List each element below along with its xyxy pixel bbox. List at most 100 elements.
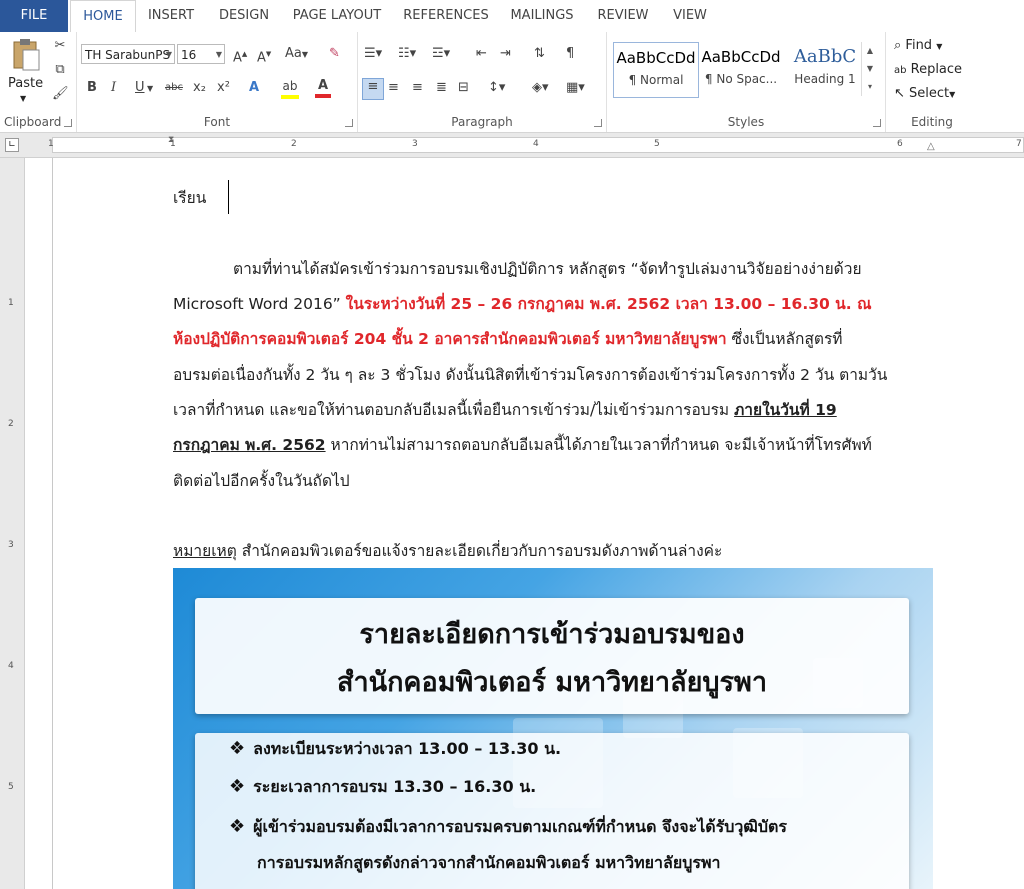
borders-icon[interactable]: ▦▾ [566,80,585,96]
tab-references[interactable]: REFERENCES [394,0,498,32]
tab-insert[interactable]: INSERT [136,0,206,32]
align-right-icon[interactable]: ≡ [412,80,423,96]
tab-review[interactable]: REVIEW [586,0,660,32]
ruler-number: 1 [48,139,54,149]
ruler-number: 2 [8,419,14,429]
note-label: หมายเหตุ [173,542,237,560]
para-line: กรกฎาคม พ.ศ. 2562 หากท่านไม่สามารถตอบกลั… [173,432,872,457]
ruler-number: 6 [897,139,903,149]
para-line: อบรมต่อเนื่องกันทั้ง 2 วัน ๆ ละ 3 ชั่วโม… [173,366,888,384]
diamond-bullet-icon: ❖ [229,816,246,837]
thai-distribute-icon[interactable]: ⊟ [458,80,469,96]
clear-formatting-icon[interactable]: ✎ [329,46,340,62]
ruler-number: 5 [654,139,660,149]
vertical-ruler[interactable]: 1 2 3 4 5 [0,158,25,889]
shading-icon[interactable]: ◈▾ [532,80,549,96]
ruler-number: 7 [1016,139,1022,149]
font-name-value: TH SarabunPS [85,48,171,62]
chevron-down-icon: ▼ [165,50,172,59]
bullets-icon[interactable]: ☰▾ [364,46,382,62]
para-line: ติดต่อไปอีกครั้งในวันถัดไป [173,472,350,490]
increase-indent-icon[interactable]: ⇥ [500,46,511,62]
ruler-number: 3 [412,139,418,149]
text-effects-icon[interactable]: A [249,80,259,96]
align-left-icon[interactable]: ≡ [362,78,384,100]
font-color-icon[interactable]: A [315,78,331,98]
diamond-bullet-icon: ❖ [229,738,246,759]
paste-dropdown-icon[interactable]: ▼ [20,94,26,103]
tab-selector-icon[interactable]: ∟ [5,138,19,152]
embedded-image[interactable]: รายละเอียดการเข้าร่วมอบรมของ สำนักคอมพิว… [173,568,933,889]
highlighted-text: ห้องปฏิบัติการคอมพิวเตอร์ 204 ชั้น 2 อาค… [173,330,727,348]
tab-home[interactable]: HOME [70,0,136,34]
font-size-value: 16 [181,48,197,62]
format-painter-icon[interactable]: 🖌 [52,86,69,102]
font-label: Font [203,115,231,129]
copy-icon[interactable]: ⧉ [52,62,68,78]
font-group: TH SarabunPS ▼ 16 ▼ A▲ A▼ Aa▼ ✎ B I U ▼ ab… [77,32,358,132]
note-text: สำนักคอมพิวเตอร์ขอแจ้งรายละเอียดเกี่ยวกั… [236,542,723,560]
tab-view[interactable]: VIEW [662,0,718,32]
tab-page-layout[interactable]: PAGE LAYOUT [282,0,392,32]
superscript-button[interactable]: x² [217,80,230,96]
style-normal[interactable]: AaBbCcDd ¶ Normal [613,42,699,98]
cursor-icon: ↖ [894,86,905,101]
image-title-line-2: สำนักคอมพิวเตอร์ มหาวิทยาลัยบูรพา [336,667,768,698]
indent-marker-icon[interactable]: ⧗ [168,135,174,145]
replace-label: Replace [910,62,963,77]
line-spacing-icon[interactable]: ↕▾ [488,80,505,96]
bold-button[interactable]: B [87,80,97,96]
underline-button[interactable]: U [135,80,145,96]
note-line: หมายเหตุ สำนักคอมพิวเตอร์ขอแจ้งรายละเอีย… [173,538,722,563]
styles-launcher-icon[interactable] [873,119,881,127]
decrease-indent-icon[interactable]: ⇤ [476,46,487,62]
select-button[interactable]: ↖ Select▼ [894,86,955,101]
clipboard-launcher-icon[interactable] [64,119,72,127]
styles-scroll[interactable]: ▲ ▼ ▾ [861,42,878,96]
cut-icon[interactable]: ✂ [52,38,68,54]
font-size-dropdown[interactable]: 16 ▼ [177,44,225,64]
underline-dropdown-icon[interactable]: ▼ [147,81,153,97]
numbering-icon[interactable]: ☷▾ [398,46,416,62]
image-title-line-1: รายละเอียดการเข้าร่วมอบรมของ [359,619,745,650]
paragraph-launcher-icon[interactable] [594,119,602,127]
align-center-icon[interactable]: ≡ [388,80,399,96]
replace-icon: ab [894,65,907,76]
tab-file[interactable]: FILE [0,0,68,32]
justify-icon[interactable]: ≣ [436,80,447,96]
style-no-spacing[interactable]: AaBbCcDd ¶ No Spac... [699,42,783,96]
styles-group: AaBbCcDd ¶ Normal AaBbCcDd ¶ No Spac... … [607,32,886,132]
font-name-dropdown[interactable]: TH SarabunPS ▼ [81,44,175,64]
image-title-panel: รายละเอียดการเข้าร่วมอบรมของ สำนักคอมพิว… [195,598,909,714]
para-line: Microsoft Word 2016” ในระหว่างวันที่ 25 … [173,291,871,316]
bullet-text: ระยะเวลาการอบรม 13.30 – 16.30 น. [253,777,537,796]
bullet-text: ลงทะเบียนระหว่างเวลา 13.00 – 13.30 น. [253,739,562,758]
para-line: ตามที่ท่านได้สมัครเข้าร่วมการอบรมเชิงปฏิ… [233,260,862,278]
tab-design[interactable]: DESIGN [208,0,280,32]
strikethrough-button[interactable]: abc [165,80,183,96]
highlight-color-icon[interactable]: ab [281,78,299,99]
paste-icon[interactable] [10,38,42,72]
editing-group: ⌕ Find ▼ ab Replace ↖ Select▼ Editing [886,32,978,132]
style-heading-1[interactable]: AaBbC Heading 1 [783,42,867,96]
shrink-font-icon[interactable]: A▼ [257,46,271,66]
subscript-button[interactable]: x₂ [193,80,206,96]
change-case-button[interactable]: Aa▼ [285,46,308,63]
style-preview: AaBbC [793,46,857,67]
text-run: เวลาที่กำหนด และขอให้ท่านตอบกลับอีเมลนี้… [173,401,735,419]
grow-font-icon[interactable]: A▲ [233,46,247,66]
salutation: เรียน [173,189,207,207]
find-button[interactable]: ⌕ Find ▼ [894,38,942,53]
deadline-text: กรกฎาคม พ.ศ. 2562 [173,436,326,454]
right-indent-marker-icon[interactable]: △ [927,141,935,152]
sort-icon[interactable]: ⇅ [534,46,545,62]
paste-button[interactable]: Paste [8,76,43,91]
italic-button[interactable]: I [111,80,116,96]
ruler-number: 2 [291,139,297,149]
font-launcher-icon[interactable] [345,119,353,127]
replace-button[interactable]: ab Replace [894,62,962,77]
horizontal-ruler[interactable]: ∟ 1 1 2 3 4 5 6 7 ⧗ △ [0,133,1024,158]
tab-mailings[interactable]: MAILINGS [500,0,584,32]
show-formatting-button[interactable]: ¶ [566,46,574,62]
multilevel-list-icon[interactable]: ☲▾ [432,46,450,62]
